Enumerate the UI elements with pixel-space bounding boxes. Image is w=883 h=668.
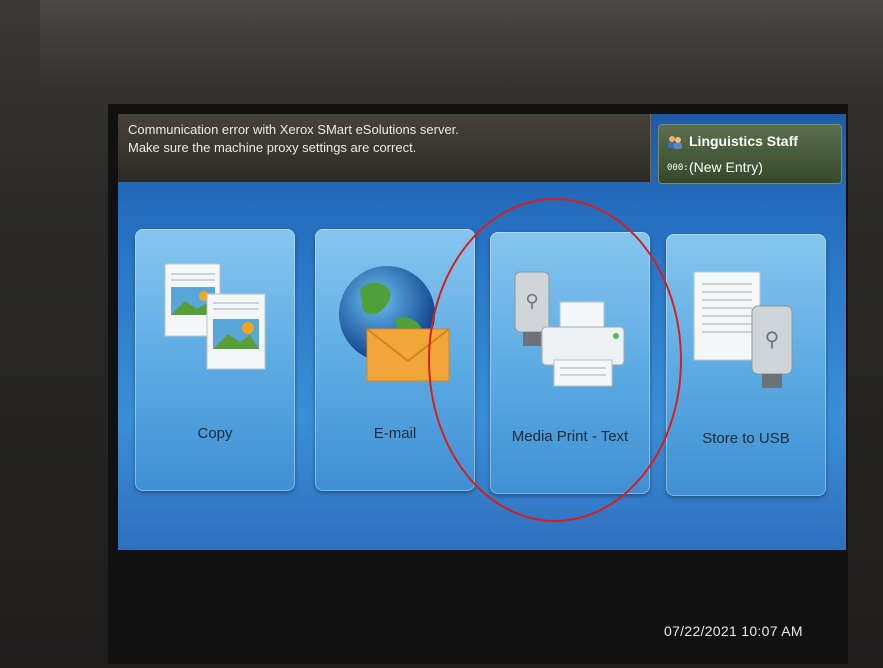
user-entry: (New Entry) — [689, 159, 763, 175]
message-bar[interactable]: Communication error with Xerox SMart eSo… — [118, 114, 651, 182]
user-name: Linguistics Staff — [689, 133, 798, 149]
keypad-icon: 000: — [667, 163, 689, 173]
message-line-1: Communication error with Xerox SMart eSo… — [128, 122, 459, 137]
copy-label: Copy — [197, 425, 233, 442]
message-line-2: Make sure the machine proxy settings are… — [128, 140, 417, 155]
date-time: 07/22/2021 10:07 AM — [664, 623, 803, 639]
media-print-icon: ⚲ — [514, 271, 625, 387]
media-print-text-label: Media Print - Text — [511, 428, 629, 445]
copy-icon — [164, 263, 266, 370]
bezel-top — [40, 0, 883, 90]
user-login-button[interactable]: Linguistics Staff 000: (New Entry) — [658, 124, 842, 184]
store-to-usb-label: Store to USB — [702, 430, 790, 447]
media-print-text-tile[interactable]: ⚲ Media Print - Text — [490, 232, 650, 494]
email-label: E-mail — [373, 425, 417, 442]
email-icon — [339, 266, 450, 382]
svg-text:⚲: ⚲ — [525, 291, 538, 312]
svg-text:⚲: ⚲ — [765, 327, 780, 351]
copy-tile[interactable]: Copy — [135, 229, 295, 491]
email-tile[interactable]: E-mail — [315, 229, 475, 491]
store-to-usb-tile[interactable]: ⚲ Store to USB — [666, 234, 826, 496]
store-usb-icon: ⚲ — [693, 271, 793, 388]
touch-screen: Communication error with Xerox SMart eSo… — [118, 114, 846, 550]
user-icon — [668, 136, 682, 149]
